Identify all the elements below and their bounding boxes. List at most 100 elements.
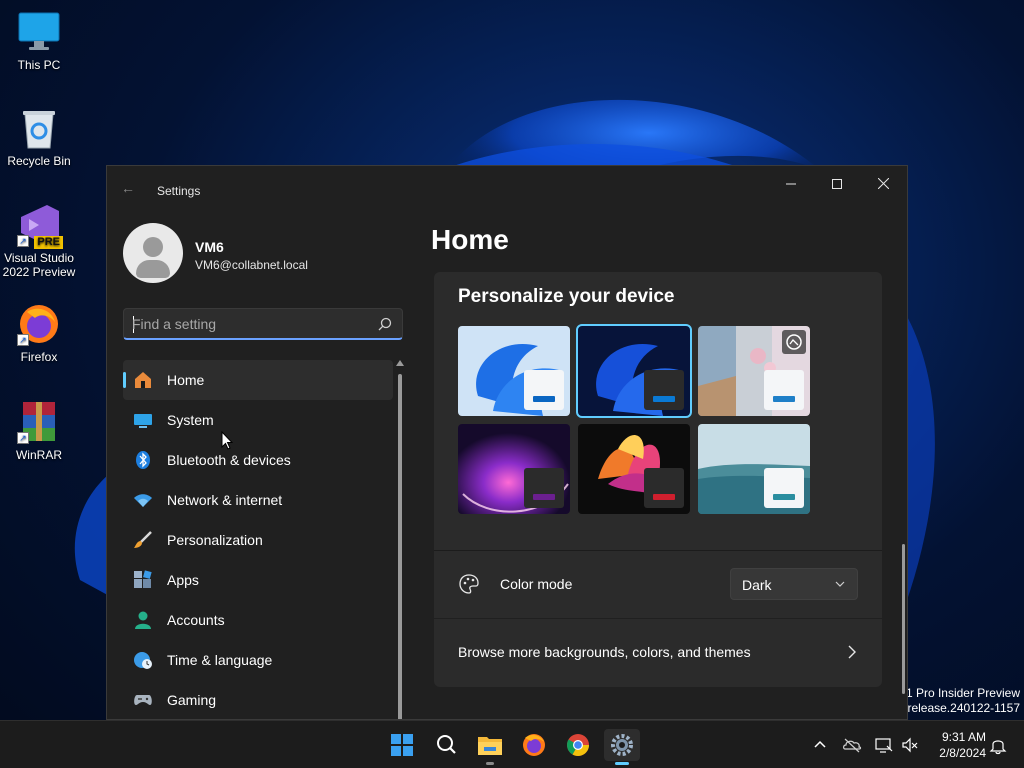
- theme-color-chip: [764, 370, 804, 410]
- nav-item-label: Accounts: [167, 612, 225, 628]
- nav-item-bluetooth[interactable]: Bluetooth & devices: [123, 440, 393, 480]
- wifi-icon: [133, 490, 153, 510]
- nav-item-accounts[interactable]: Accounts: [123, 600, 393, 640]
- maximize-icon: [832, 179, 842, 189]
- window-title: Settings: [157, 184, 201, 198]
- title-bar[interactable]: ← Settings: [107, 166, 907, 200]
- nav-item-gaming[interactable]: Gaming: [123, 680, 393, 719]
- taskbar-search-button[interactable]: [428, 729, 464, 761]
- nav-item-personalization[interactable]: Personalization: [123, 520, 393, 560]
- theme-color-chip: [764, 468, 804, 508]
- close-icon: [877, 177, 889, 190]
- browse-themes-row[interactable]: Browse more backgrounds, colors, and the…: [434, 619, 882, 687]
- gamepad-icon: [133, 690, 153, 710]
- desktop-icon-label: This PC: [17, 58, 61, 72]
- watermark-line: 11 Pro Insider Preview: [900, 686, 1020, 700]
- user-email: VM6@collabnet.local: [195, 258, 308, 272]
- nav-scrollbar[interactable]: [396, 360, 404, 719]
- nav-item-label: Home: [167, 372, 205, 388]
- desktop-icon-firefox[interactable]: ↗ Firefox: [2, 302, 76, 364]
- content-scrollbar[interactable]: [902, 544, 905, 694]
- theme-tile-captured-motion[interactable]: [578, 424, 690, 514]
- settings-icon: [611, 734, 633, 756]
- nav-item-time-language[interactable]: Time & language: [123, 640, 393, 680]
- search-icon[interactable]: [378, 317, 392, 331]
- recycle-bin-icon: [17, 106, 61, 150]
- minimize-icon: [786, 183, 796, 185]
- theme-tile-windows-dark[interactable]: [576, 324, 692, 418]
- desktop-icon-visual-studio[interactable]: PRE ↗ Visual Studio 2022 Preview: [2, 203, 76, 279]
- theme-tile-glow[interactable]: [458, 424, 570, 514]
- watermark-line: rerelease.240122-1157: [896, 701, 1020, 715]
- avatar[interactable]: [123, 223, 183, 283]
- theme-color-chip: [644, 370, 684, 410]
- theme-tile-spotlight[interactable]: [698, 326, 810, 416]
- page-title: Home: [431, 224, 509, 255]
- minimize-button[interactable]: [768, 170, 814, 198]
- color-mode-value: Dark: [742, 577, 772, 593]
- close-button[interactable]: [860, 170, 906, 198]
- theme-color-chip: [644, 468, 684, 508]
- network-icon[interactable]: [874, 735, 894, 755]
- nav-item-label: Bluetooth & devices: [167, 452, 291, 468]
- chevron-up-icon[interactable]: [810, 735, 830, 755]
- shortcut-arrow-icon: ↗: [17, 235, 29, 247]
- shortcut-arrow-icon: ↗: [17, 334, 29, 346]
- apps-icon: [133, 570, 153, 590]
- desktop-icon-label: WinRAR: [15, 448, 62, 462]
- notification-bell-icon[interactable]: [988, 735, 1008, 755]
- pre-badge: PRE: [34, 236, 63, 249]
- nav-item-network[interactable]: Network & internet: [123, 480, 393, 520]
- brush-icon: [133, 530, 153, 550]
- scroll-up-icon[interactable]: [396, 360, 404, 366]
- back-arrow-icon[interactable]: ←: [121, 180, 137, 196]
- nav-item-apps[interactable]: Apps: [123, 560, 393, 600]
- search-input[interactable]: [132, 314, 362, 334]
- start-button[interactable]: [384, 729, 420, 761]
- desktop-icon-winrar[interactable]: ↗ WinRAR: [2, 400, 76, 462]
- firefox-icon: ↗: [17, 302, 61, 346]
- nav-item-label: Personalization: [167, 532, 263, 548]
- scroll-thumb[interactable]: [398, 374, 402, 719]
- chevron-down-icon: [835, 581, 845, 587]
- start-icon: [391, 734, 413, 756]
- volume-muted-icon[interactable]: [900, 735, 920, 755]
- color-mode-dropdown[interactable]: Dark: [730, 568, 858, 600]
- home-icon: [133, 370, 153, 390]
- search-icon: [437, 735, 456, 754]
- nav-item-home[interactable]: Home: [123, 360, 393, 400]
- maximize-button[interactable]: [814, 170, 860, 198]
- theme-tile-flow[interactable]: [698, 424, 810, 514]
- card-title: Personalize your device: [458, 286, 675, 307]
- theme-tile-windows-light[interactable]: [458, 326, 570, 416]
- clock-date: 2/8/2024: [939, 746, 986, 760]
- user-name: VM6: [195, 239, 224, 255]
- nav-item-system[interactable]: System: [123, 400, 393, 440]
- taskbar: 9:31 AM 2/8/2024: [0, 720, 1024, 768]
- browse-themes-label: Browse more backgrounds, colors, and the…: [458, 644, 751, 660]
- nav-item-label: Network & internet: [167, 492, 283, 508]
- theme-color-chip: [524, 468, 564, 508]
- nav-item-label: Time & language: [167, 652, 273, 668]
- file-explorer-button[interactable]: [472, 729, 508, 765]
- chrome-taskbar-button[interactable]: [560, 729, 596, 761]
- shortcut-arrow-icon: ↗: [17, 432, 29, 444]
- nav-item-label: Gaming: [167, 692, 217, 708]
- desktop-icon-label: Firefox: [20, 350, 58, 364]
- search-box[interactable]: [123, 308, 403, 340]
- accounts-icon: [133, 610, 153, 630]
- onedrive-offline-icon[interactable]: [842, 735, 862, 755]
- desktop-icon-recycle-bin[interactable]: Recycle Bin: [2, 106, 76, 168]
- firefox-taskbar-button[interactable]: [516, 729, 552, 761]
- settings-taskbar-button[interactable]: [604, 729, 640, 765]
- taskbar-clock[interactable]: 9:31 AM 2/8/2024: [930, 729, 986, 761]
- personalize-card: Personalize your device: [434, 272, 882, 550]
- desktop-icon-this-pc[interactable]: This PC: [2, 10, 76, 72]
- color-mode-label: Color mode: [500, 576, 573, 592]
- file-explorer-icon: [478, 737, 502, 755]
- clock-time: 9:31 AM: [941, 730, 986, 744]
- desktop-icon-label: Recycle Bin: [7, 154, 71, 168]
- palette-icon: [459, 574, 479, 594]
- nav-item-label: System: [167, 412, 214, 428]
- firefox-icon: [523, 734, 545, 756]
